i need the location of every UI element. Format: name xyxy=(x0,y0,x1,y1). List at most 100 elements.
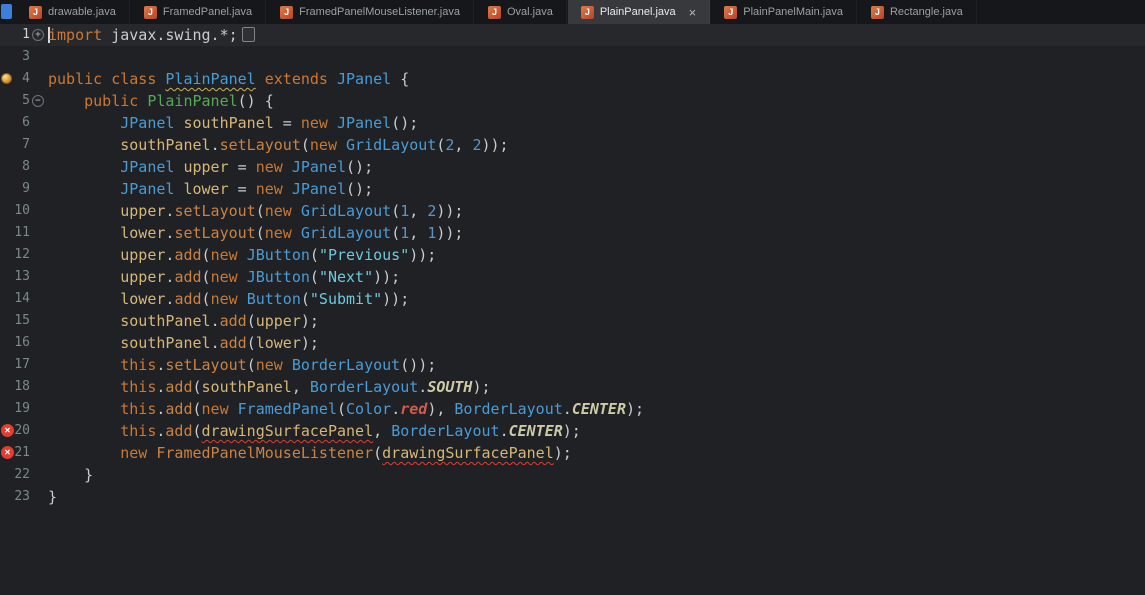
code-token: import xyxy=(48,26,102,44)
code-token: this xyxy=(120,356,156,374)
code-token: upper xyxy=(120,268,165,286)
code-line-20[interactable]: ✕20 this.add(drawingSurfacePanel, Border… xyxy=(0,420,1145,442)
code-editor[interactable]: 1+import javax.swing.*;34public class Pl… xyxy=(0,24,1145,595)
code-token xyxy=(48,224,120,242)
code-text: lower.setLayout(new GridLayout(1, 1)); xyxy=(46,222,463,244)
tab-oval-java[interactable]: J Oval.java xyxy=(475,0,567,24)
code-line-10[interactable]: 10 upper.setLayout(new GridLayout(1, 2))… xyxy=(0,200,1145,222)
code-token: ( xyxy=(337,400,346,418)
code-token: ( xyxy=(310,246,319,264)
tab-plainpanelmain-java[interactable]: JPlainPanelMain.java xyxy=(711,0,857,24)
code-line-21[interactable]: ✕21 new FramedPanelMouseListener(drawing… xyxy=(0,442,1145,464)
code-token: ( xyxy=(310,268,319,286)
error-marker-icon[interactable]: ✕ xyxy=(1,424,14,437)
code-token: southPanel xyxy=(120,136,210,154)
code-line-11[interactable]: 11 lower.setLayout(new GridLayout(1, 1))… xyxy=(0,222,1145,244)
code-token xyxy=(48,92,84,110)
code-token xyxy=(48,114,120,132)
code-text: upper.add(new JButton("Next")); xyxy=(46,266,400,288)
code-token: setLayout xyxy=(220,136,301,154)
line-number: 12 xyxy=(0,244,30,266)
app-icon[interactable] xyxy=(1,4,12,19)
code-token: add xyxy=(220,312,247,330)
collapsed-region-icon[interactable] xyxy=(242,27,255,42)
code-token: setLayout xyxy=(165,356,246,374)
code-token: lower xyxy=(120,224,165,242)
code-text: public class PlainPanel extends JPanel { xyxy=(46,68,409,90)
code-token: ); xyxy=(301,334,319,352)
code-text: this.setLayout(new BorderLayout()); xyxy=(46,354,436,376)
code-token: CENTER xyxy=(572,400,626,418)
error-marker-icon[interactable]: ✕ xyxy=(1,446,14,459)
gutter: 23 xyxy=(0,486,46,508)
code-token: southPanel xyxy=(120,312,210,330)
code-text: JPanel upper = new JPanel(); xyxy=(46,156,373,178)
code-line-18[interactable]: 18 this.add(southPanel, BorderLayout.SOU… xyxy=(0,376,1145,398)
code-line-13[interactable]: 13 upper.add(new JButton("Next")); xyxy=(0,266,1145,288)
code-line-15[interactable]: 15 southPanel.add(upper); xyxy=(0,310,1145,332)
code-token xyxy=(238,268,247,286)
tab-framedpanelmouselistener-java[interactable]: JFramedPanelMouseListener.java xyxy=(267,0,474,24)
code-line-12[interactable]: 12 upper.add(new JButton("Previous")); xyxy=(0,244,1145,266)
gutter: 7 xyxy=(0,134,46,156)
close-icon[interactable]: × xyxy=(689,6,697,19)
code-token xyxy=(48,356,120,374)
line-number: 3 xyxy=(0,46,30,68)
code-text: } xyxy=(46,486,57,508)
tab-rectangle-java[interactable]: JRectangle.java xyxy=(858,0,977,24)
code-token: = xyxy=(229,180,256,198)
code-token: ); xyxy=(554,444,572,462)
code-line-4[interactable]: 4public class PlainPanel extends JPanel … xyxy=(0,68,1145,90)
code-token: "Previous" xyxy=(319,246,409,264)
code-line-6[interactable]: 6 JPanel southPanel = new JPanel(); xyxy=(0,112,1145,134)
fold-collapsed-icon[interactable]: + xyxy=(30,29,46,41)
code-line-17[interactable]: 17 this.setLayout(new BorderLayout()); xyxy=(0,354,1145,376)
code-token xyxy=(48,444,120,462)
code-token xyxy=(283,180,292,198)
tab-drawable-java[interactable]: Jdrawable.java xyxy=(16,0,130,24)
fold-expanded-icon[interactable]: − xyxy=(30,95,46,107)
code-line-8[interactable]: 8 JPanel upper = new JPanel(); xyxy=(0,156,1145,178)
code-line-19[interactable]: 19 this.add(new FramedPanel(Color.red), … xyxy=(0,398,1145,420)
line-number: 17 xyxy=(0,354,30,376)
code-token xyxy=(337,136,346,154)
code-token xyxy=(48,158,120,176)
code-line-1[interactable]: 1+import javax.swing.*; xyxy=(0,24,1145,46)
tab-label: Oval.java xyxy=(507,6,553,18)
java-file-icon: J xyxy=(488,6,501,19)
code-token: ); xyxy=(472,378,490,396)
code-token: this xyxy=(120,422,156,440)
line-number: 6 xyxy=(0,112,30,134)
code-line-14[interactable]: 14 lower.add(new Button("Submit")); xyxy=(0,288,1145,310)
tab-framedpanel-java[interactable]: JFramedPanel.java xyxy=(131,0,266,24)
code-token: JPanel xyxy=(337,114,391,132)
code-line-7[interactable]: 7 southPanel.setLayout(new GridLayout(2,… xyxy=(0,134,1145,156)
line-number: 14 xyxy=(0,288,30,310)
tab-label: Rectangle.java xyxy=(890,6,963,18)
code-token: )); xyxy=(373,268,400,286)
code-line-16[interactable]: 16 southPanel.add(lower); xyxy=(0,332,1145,354)
code-token: BorderLayout xyxy=(292,356,400,374)
tab-label: PlainPanel.java xyxy=(600,6,676,18)
tab-strip: Jdrawable.javaJFramedPanel.javaJFramedPa… xyxy=(16,0,1145,24)
code-line-3[interactable]: 3 xyxy=(0,46,1145,68)
gutter: 10 xyxy=(0,200,46,222)
tab-label: FramedPanelMouseListener.java xyxy=(299,6,460,18)
code-token: ( xyxy=(193,422,202,440)
code-line-5[interactable]: 5− public PlainPanel() { xyxy=(0,90,1145,112)
code-token: )); xyxy=(436,224,463,242)
warning-marker-icon[interactable] xyxy=(1,73,12,84)
code-text: southPanel.add(lower); xyxy=(46,332,319,354)
code-token: . xyxy=(211,312,220,330)
code-token: ( xyxy=(247,334,256,352)
code-token: extends xyxy=(265,70,328,88)
code-line-9[interactable]: 9 JPanel lower = new JPanel(); xyxy=(0,178,1145,200)
code-token: GridLayout xyxy=(301,224,391,242)
code-line-23[interactable]: 23} xyxy=(0,486,1145,508)
code-line-22[interactable]: 22 } xyxy=(0,464,1145,486)
tab-plainpanel-java[interactable]: JPlainPanel.java× xyxy=(568,0,710,24)
gutter: 4 xyxy=(0,68,46,90)
code-text: southPanel.add(upper); xyxy=(46,310,319,332)
tab-bar: Jdrawable.javaJFramedPanel.javaJFramedPa… xyxy=(0,0,1145,24)
code-token: JPanel xyxy=(120,158,174,176)
